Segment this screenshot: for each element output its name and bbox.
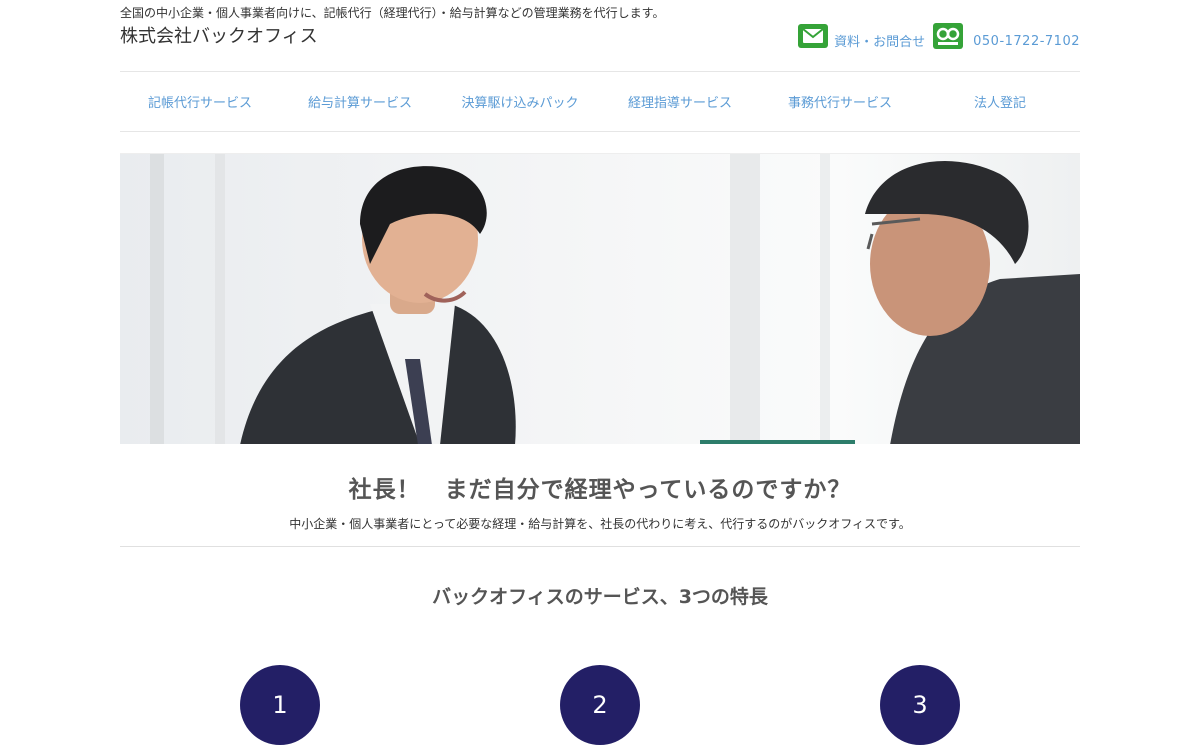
contact-link[interactable]: 資料・お問合せ xyxy=(834,31,925,50)
main-nav: 記帳代行サービス 給与計算サービス 決算駆け込みパック 経理指導サービス 事務代… xyxy=(120,71,1080,132)
main-headline: 社長！ まだ自分で経理やっているのですか？ xyxy=(348,477,852,503)
nav-item-corporate-registration[interactable]: 法人登記 xyxy=(920,72,1080,131)
nav-item-accounting-guidance[interactable]: 経理指導サービス xyxy=(600,72,760,131)
mail-icon[interactable] xyxy=(798,24,829,48)
company-logo[interactable]: 株式会社バックオフィス xyxy=(120,22,318,48)
section-divider xyxy=(120,546,1080,547)
nav-item-bookkeeping[interactable]: 記帳代行サービス xyxy=(120,72,280,131)
hero-image xyxy=(120,153,1080,444)
features-title: バックオフィスのサービス、3つの特長 xyxy=(432,586,768,608)
main-subline: 中小企業・個人事業者にとって必要な経理・給与計算を、社長の代わりに考え、代行する… xyxy=(289,517,911,531)
nav-item-closing-pack[interactable]: 決算駆け込みパック xyxy=(440,72,600,131)
feature-badge-1: 1 xyxy=(240,665,320,745)
free-dial-icon xyxy=(933,23,964,49)
nav-item-payroll[interactable]: 給与計算サービス xyxy=(280,72,440,131)
phone-number[interactable]: 050-1722-7102 xyxy=(973,34,1080,49)
header-contact: 資料・お問合せ 050-1722-7102 xyxy=(798,22,1080,50)
nav-item-office-admin[interactable]: 事務代行サービス xyxy=(760,72,920,131)
site-tagline: 全国の中小企業・個人事業者向けに、記帳代行（経理代行）・給与計算などの管理業務を… xyxy=(120,6,665,20)
feature-badge-3: 3 xyxy=(880,665,960,745)
feature-badge-2: 2 xyxy=(560,665,640,745)
